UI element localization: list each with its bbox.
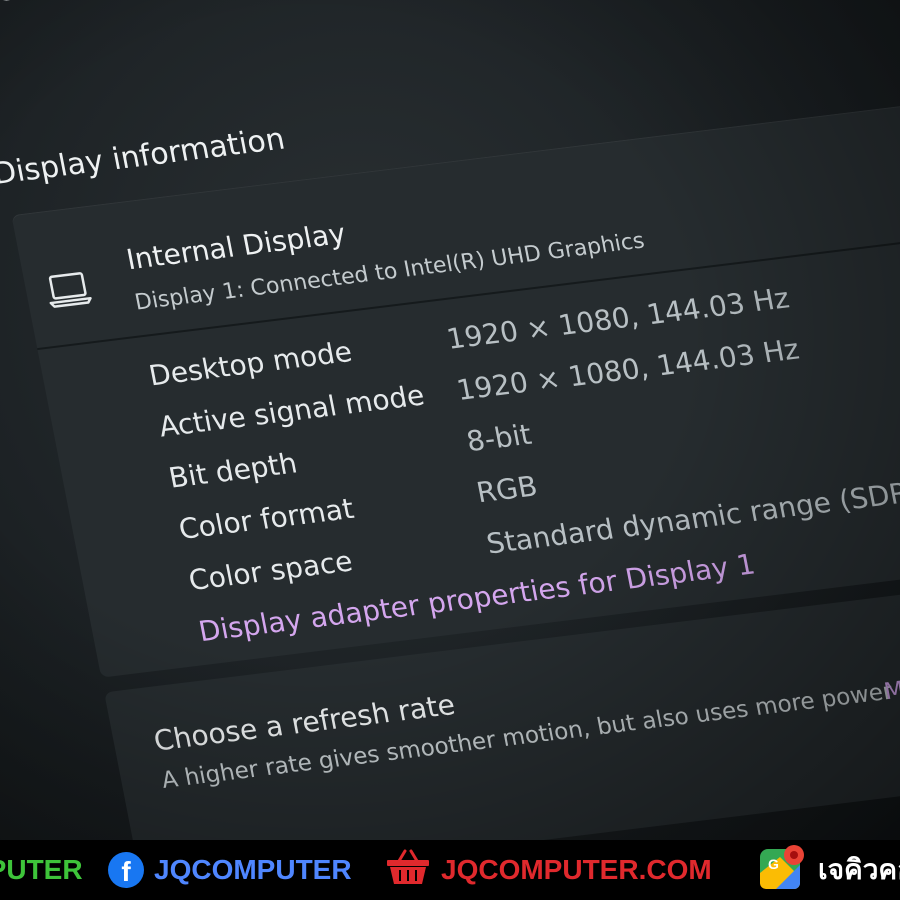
google-maps-icon: G <box>758 843 806 898</box>
facebook-contact: f JQCOMPUTER <box>108 840 352 900</box>
svg-text:G: G <box>768 856 779 872</box>
display-name: Internal Display <box>123 216 349 277</box>
website-contact: JQCOMPUTER.COM <box>385 840 712 900</box>
section-title-display-information: Display information <box>0 121 288 192</box>
settings-panel: Select a display to change the settings … <box>0 0 900 840</box>
facebook-contact-text: JQCOMPUTER <box>154 854 352 885</box>
info-label: Desktop mode <box>146 335 355 393</box>
info-value: RGB <box>473 469 541 510</box>
line-contact-text: JQCOMPUTER <box>0 854 83 885</box>
maps-contact: G เจคิวคอมพิวเตอร์ <box>758 840 900 900</box>
website-contact-text: JQCOMPUTER.COM <box>441 854 712 885</box>
line-contact: JQCOMPUTER <box>0 840 83 900</box>
settings-screen: Select a display to change the settings … <box>0 0 900 840</box>
maps-contact-text: เจคิวคอมพิวเตอร์ <box>818 854 900 885</box>
facebook-icon: f <box>108 852 144 888</box>
page-heading: Select a display to change the settings … <box>0 0 597 10</box>
info-value: 8-bit <box>463 417 535 459</box>
promo-banner: JQCOMPUTER f JQCOMPUTER JQCOMPUTER.COM G <box>0 840 900 900</box>
shopping-basket-icon <box>385 847 431 894</box>
laptop-icon <box>42 264 94 313</box>
display-information-card: Internal Display Display 1: Connected to… <box>11 93 900 678</box>
